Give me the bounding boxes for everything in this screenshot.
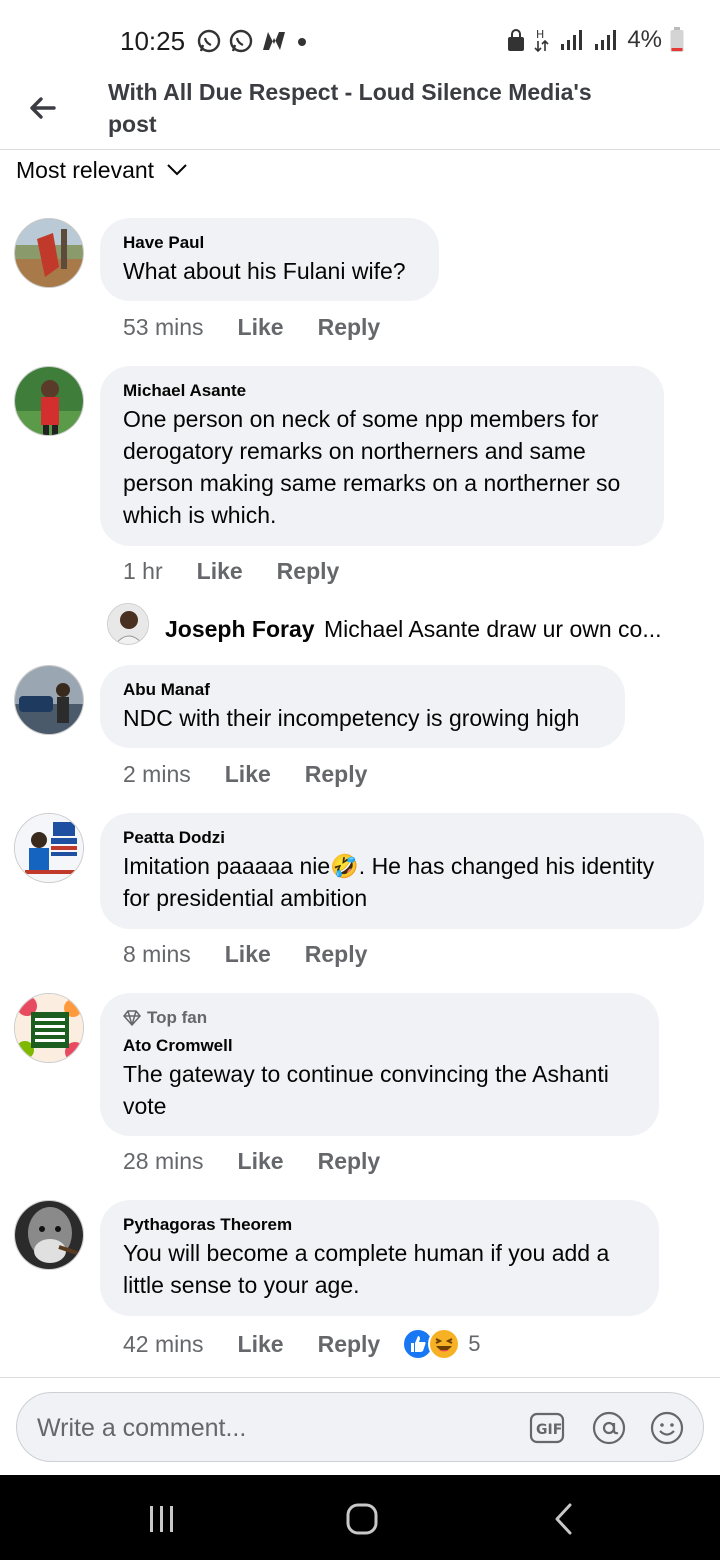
- home-button[interactable]: [332, 1497, 392, 1541]
- avatar[interactable]: [14, 1200, 84, 1270]
- comment-author[interactable]: Have Paul: [123, 231, 416, 255]
- like-button[interactable]: Like: [238, 1331, 284, 1358]
- comment-time: 1 hr: [123, 558, 163, 584]
- battery-percent: 4%: [627, 26, 662, 53]
- comment-text: One person on neck of some npp members f…: [123, 406, 621, 528]
- like-button[interactable]: Like: [225, 941, 271, 968]
- comment-bubble[interactable]: Abu Manaf NDC with their incompetency is…: [100, 665, 625, 748]
- comment-bubble[interactable]: Top fan Ato Cromwell The gateway to cont…: [100, 993, 659, 1136]
- comment-actions: 2 mins Like Reply: [123, 761, 401, 788]
- svg-text:H: H: [536, 28, 544, 41]
- gif-button[interactable]: GIF: [529, 1410, 565, 1446]
- reaction-summary[interactable]: 5: [402, 1328, 480, 1360]
- avatar[interactable]: [14, 218, 84, 288]
- reply-button[interactable]: Reply: [277, 558, 340, 585]
- comment-bubble[interactable]: Pythagoras Theorem You will become a com…: [100, 1200, 659, 1316]
- dot-icon: [298, 38, 306, 46]
- avatar[interactable]: [14, 993, 84, 1063]
- chevron-down-icon: [167, 164, 187, 176]
- comment-bubble[interactable]: Peatta Dodzi Imitation paaaaa nie🤣. He h…: [100, 813, 704, 929]
- reply-button[interactable]: Reply: [318, 1331, 381, 1358]
- haha-reaction-icon: [428, 1328, 461, 1360]
- comment-author[interactable]: Michael Asante: [123, 379, 641, 403]
- comment-text: You will become a complete human if you …: [123, 1240, 610, 1298]
- comment-actions: 1 hr Like Reply: [123, 558, 373, 585]
- reaction-count: 5: [468, 1331, 481, 1356]
- svg-text:GIF: GIF: [536, 1422, 562, 1438]
- page-title: With All Due Respect - Loud Silence Medi…: [108, 79, 592, 137]
- comment-text: NDC with their incompetency is growing h…: [123, 705, 580, 731]
- comment-bubble[interactable]: Michael Asante One person on neck of som…: [100, 366, 664, 546]
- status-bar: 10:25 H 4%: [0, 0, 720, 72]
- like-button[interactable]: Like: [238, 1148, 284, 1175]
- emoji-icon: [650, 1411, 684, 1445]
- like-button[interactable]: Like: [238, 314, 284, 341]
- top-fan-label: Top fan: [147, 1008, 208, 1027]
- reply-text: Michael Asante draw ur own co...: [324, 616, 662, 642]
- signal-icon: [595, 30, 617, 50]
- post-header: With All Due Respect - Loud Silence Medi…: [0, 72, 720, 150]
- comment-time: 28 mins: [123, 1148, 204, 1174]
- like-button[interactable]: Like: [197, 558, 243, 585]
- nav-back-button[interactable]: [534, 1497, 594, 1541]
- reply-preview[interactable]: Joseph Foray Michael Asante draw ur own …: [0, 603, 720, 647]
- recents-icon: [150, 1506, 173, 1532]
- back-arrow-icon: [30, 97, 56, 119]
- reply-button[interactable]: Reply: [318, 314, 381, 341]
- avatar[interactable]: [107, 603, 149, 645]
- emoji-button[interactable]: [649, 1410, 685, 1446]
- comment-time: 53 mins: [123, 314, 204, 340]
- comment-actions: 53 mins Like Reply: [123, 314, 414, 341]
- signal-icon: [561, 30, 583, 50]
- mention-button[interactable]: [591, 1410, 627, 1446]
- like-button[interactable]: Like: [225, 761, 271, 788]
- data-h-icon: H: [534, 28, 549, 53]
- reply-button[interactable]: Reply: [305, 941, 368, 968]
- status-right: H 4%: [507, 26, 684, 54]
- comment-author[interactable]: Ato Cromwell: [123, 1034, 636, 1058]
- avatar[interactable]: [14, 813, 84, 883]
- notification-icons: [196, 28, 310, 54]
- avatar[interactable]: [14, 366, 84, 436]
- comment-composer: GIF: [16, 1392, 704, 1462]
- comment-author[interactable]: Abu Manaf: [123, 678, 602, 702]
- comment-actions: 42 mins Like Reply 5: [123, 1328, 480, 1360]
- comment-text: The gateway to continue convincing the A…: [123, 1061, 609, 1119]
- avatar[interactable]: [14, 665, 84, 735]
- comment-input[interactable]: [37, 1411, 507, 1445]
- comment-text: Imitation paaaaa nie🤣. He has changed hi…: [123, 853, 655, 911]
- comment-actions: 28 mins Like Reply: [123, 1148, 414, 1175]
- nav-back-icon: [555, 1503, 572, 1535]
- system-nav-bar: [0, 1475, 720, 1560]
- reply-button[interactable]: Reply: [318, 1148, 381, 1175]
- lock-icon: [508, 29, 525, 51]
- home-icon: [346, 1503, 378, 1535]
- reply-button[interactable]: Reply: [305, 761, 368, 788]
- back-button[interactable]: [22, 88, 62, 128]
- whatsapp-icon: [229, 29, 253, 53]
- comment-time: 8 mins: [123, 941, 191, 967]
- reply-author[interactable]: Joseph Foray: [165, 616, 315, 643]
- recents-button[interactable]: [132, 1497, 192, 1541]
- diamond-icon: [123, 1010, 141, 1026]
- sort-label: Most relevant: [16, 156, 155, 183]
- comment-actions: 8 mins Like Reply: [123, 941, 401, 968]
- gif-icon: GIF: [529, 1412, 565, 1444]
- news-app-icon: [263, 32, 285, 50]
- mention-icon: [592, 1411, 626, 1445]
- comment-author[interactable]: Pythagoras Theorem: [123, 1213, 636, 1237]
- comment-author[interactable]: Peatta Dodzi: [123, 826, 681, 850]
- top-fan-badge: Top fan: [123, 1006, 636, 1030]
- comment-time: 42 mins: [123, 1330, 204, 1357]
- comment-text: What about his Fulani wife?: [123, 258, 406, 284]
- status-time: 10:25: [120, 26, 186, 56]
- sort-dropdown[interactable]: Most relevant: [16, 154, 188, 186]
- comment-composer-bar: GIF: [0, 1377, 720, 1475]
- battery-icon: [670, 27, 684, 52]
- comment-time: 2 mins: [123, 761, 191, 787]
- comment-bubble[interactable]: Have Paul What about his Fulani wife?: [100, 218, 439, 301]
- whatsapp-icon: [197, 29, 221, 53]
